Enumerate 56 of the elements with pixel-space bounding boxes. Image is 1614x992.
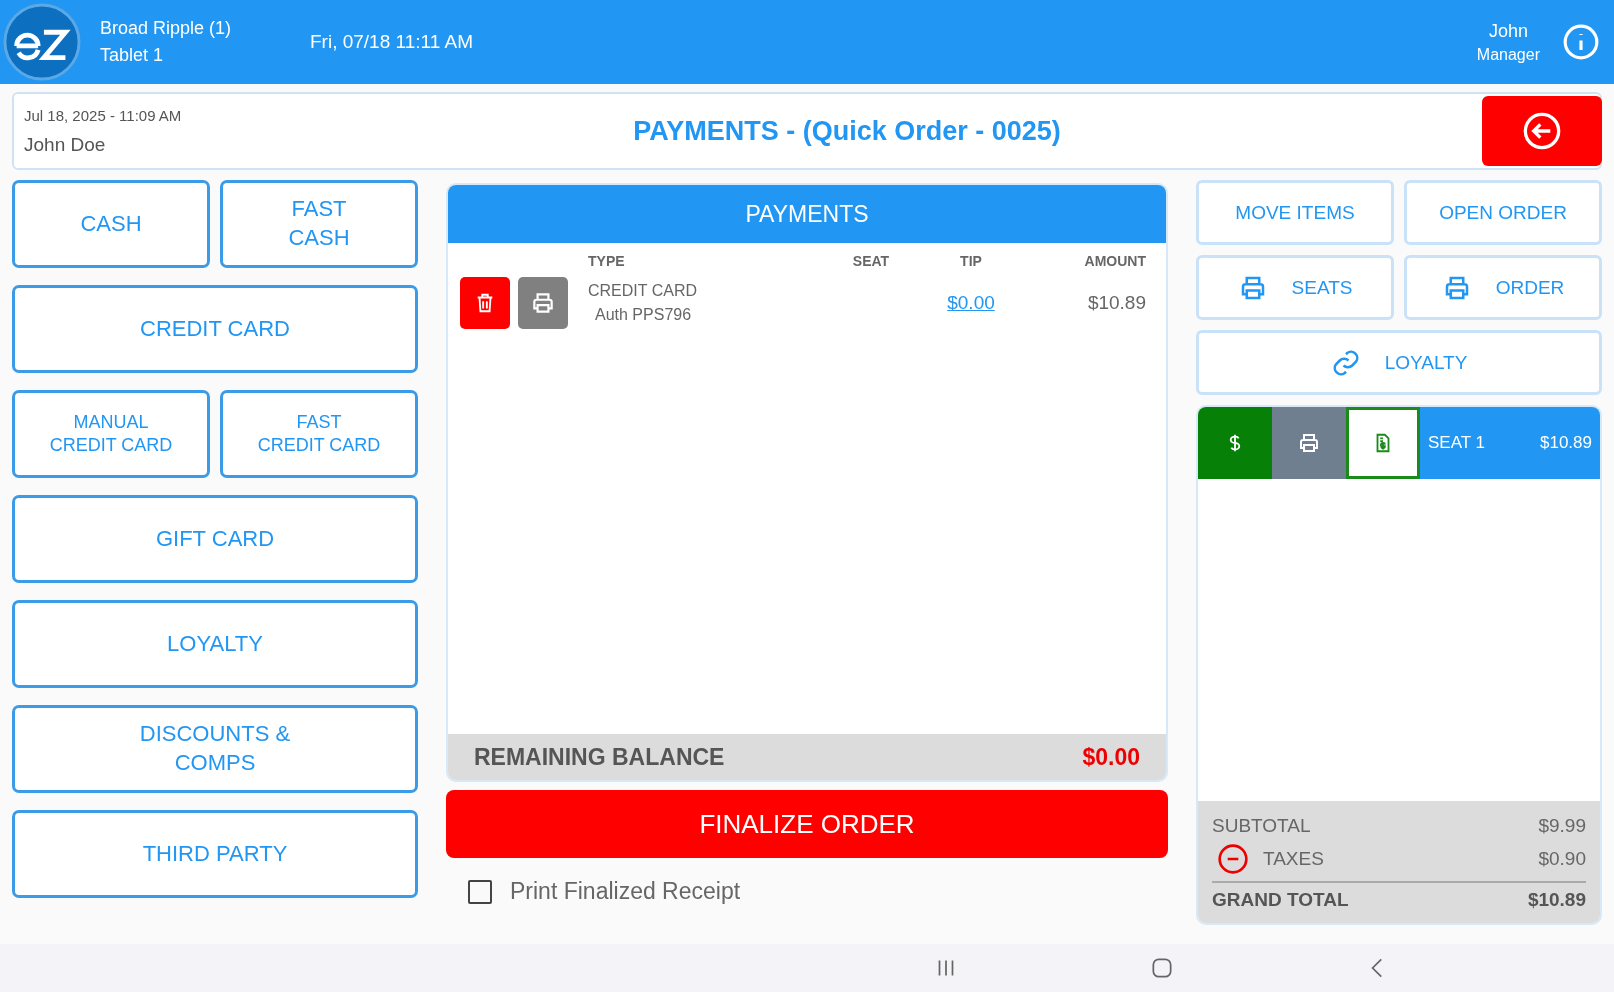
payment-method-button[interactable]: LOYALTY bbox=[12, 600, 418, 688]
payment-method-button[interactable]: MANUAL CREDIT CARD bbox=[12, 390, 210, 478]
payment-method-button[interactable]: FAST CREDIT CARD bbox=[220, 390, 418, 478]
action-button[interactable]: LOYALTY bbox=[1196, 330, 1602, 395]
order-created-time: Jul 18, 2025 - 11:09 AM bbox=[24, 106, 183, 124]
remove-tax-icon[interactable] bbox=[1217, 843, 1249, 875]
current-datetime: Fri, 07/18 11:11 AM bbox=[310, 31, 473, 53]
back-button[interactable] bbox=[1482, 96, 1602, 166]
taxes-label: TAXES bbox=[1263, 848, 1324, 870]
user-name: John bbox=[1488, 20, 1528, 42]
tip-link[interactable]: $0.00 bbox=[947, 292, 995, 313]
user-role: Manager bbox=[1476, 45, 1540, 64]
seat-row[interactable]: SEAT 1 $10.89 bbox=[1420, 407, 1600, 479]
seat-receipt-button[interactable] bbox=[1346, 407, 1420, 479]
payment-type: CREDIT CARD bbox=[588, 282, 699, 300]
action-button[interactable]: ORDER bbox=[1404, 255, 1602, 320]
payments-title: PAYMENTS bbox=[448, 185, 1166, 243]
info-icon[interactable] bbox=[1562, 23, 1600, 61]
print-button[interactable] bbox=[518, 277, 568, 329]
checkbox[interactable] bbox=[468, 879, 492, 904]
print-seat-button[interactable] bbox=[1272, 407, 1346, 479]
seat-label: SEAT 1 bbox=[1428, 433, 1485, 453]
action-button[interactable]: MOVE ITEMS bbox=[1196, 180, 1394, 245]
action-button[interactable]: OPEN ORDER bbox=[1404, 180, 1602, 245]
seat-amount: $10.89 bbox=[1540, 433, 1592, 453]
remaining-balance-value: $0.00 bbox=[1082, 743, 1140, 771]
finalize-order-button[interactable]: FINALIZE ORDER bbox=[446, 790, 1168, 858]
payment-method-button[interactable]: DISCOUNTS & COMPS bbox=[12, 705, 418, 793]
device-name: Tablet 1 bbox=[100, 45, 165, 66]
printer-icon bbox=[1297, 431, 1321, 455]
payment-method-button[interactable]: CREDIT CARD bbox=[12, 285, 418, 373]
logo-icon bbox=[2, 2, 82, 82]
payment-amount: $10.89 bbox=[1086, 292, 1146, 314]
column-header: AMOUNT bbox=[1083, 253, 1146, 269]
subtotal-value: $9.99 bbox=[1538, 815, 1586, 837]
remaining-balance-label: REMAINING BALANCE bbox=[474, 743, 725, 771]
column-header: TYPE bbox=[588, 253, 626, 269]
subtotal-label: SUBTOTAL bbox=[1212, 815, 1311, 837]
location-name: Broad Ripple (1) bbox=[100, 18, 233, 39]
payment-method-button[interactable]: CASH bbox=[12, 180, 210, 268]
column-header: TIP bbox=[959, 253, 983, 269]
delete-button[interactable] bbox=[460, 277, 510, 329]
payment-method-button[interactable]: THIRD PARTY bbox=[12, 810, 418, 898]
grand-total-label: GRAND TOTAL bbox=[1212, 889, 1349, 911]
page-title: PAYMENTS - (Quick Order - 0025) bbox=[632, 115, 1062, 147]
taxes-value: $0.90 bbox=[1538, 848, 1586, 870]
action-button[interactable]: SEATS bbox=[1196, 255, 1394, 320]
printer-icon bbox=[530, 290, 556, 316]
auth-code: Auth PPS796 bbox=[594, 306, 693, 324]
payment-method-button[interactable]: GIFT CARD bbox=[12, 495, 418, 583]
payment-method-button[interactable]: FAST CASH bbox=[220, 180, 418, 268]
customer-name: John Doe bbox=[24, 133, 107, 156]
grand-total-value: $10.89 bbox=[1527, 889, 1586, 911]
home-icon[interactable] bbox=[1149, 955, 1175, 981]
column-header: SEAT bbox=[851, 253, 891, 269]
print-receipt-label: Print Finalized Receipt bbox=[510, 878, 741, 905]
